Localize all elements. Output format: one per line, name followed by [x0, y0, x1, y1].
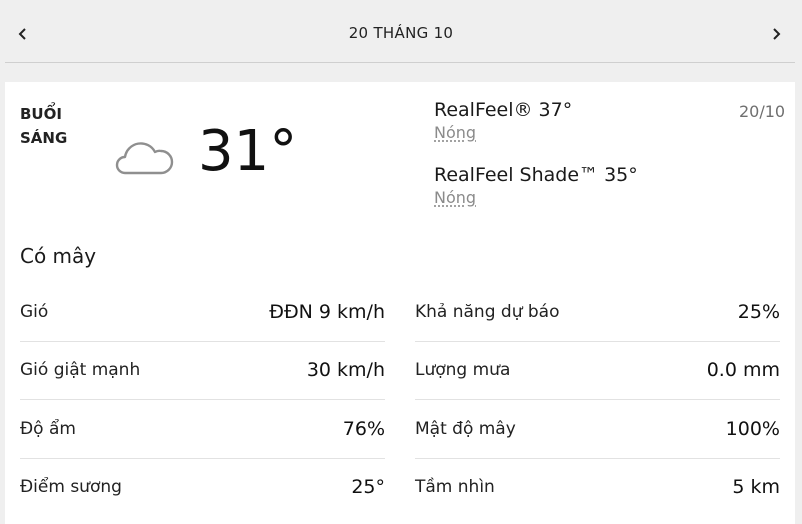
- detail-row-dew-point: Điểm sương 25°: [20, 459, 385, 517]
- detail-value: ĐĐN 9 km/h: [269, 300, 385, 323]
- detail-label: Gió giật mạnh: [20, 360, 141, 381]
- detail-value: 100%: [725, 417, 780, 440]
- detail-row-wind: Gió ĐĐN 9 km/h: [20, 283, 385, 342]
- detail-row-humidity: Độ ẩm 76%: [20, 400, 385, 459]
- realfeel-description[interactable]: Nóng: [434, 122, 572, 144]
- detail-value: 25%: [737, 300, 780, 323]
- details-right-column: Khả năng dự báo 25% Lượng mưa 0.0 mm Mật…: [415, 283, 780, 516]
- detail-row-precipitation: Lượng mưa 0.0 mm: [415, 342, 780, 400]
- cloud-icon: [115, 142, 174, 175]
- realfeel-shade-label: RealFeel Shade™ 35°: [434, 164, 638, 186]
- date-title: 20 THÁNG 10: [348, 24, 454, 42]
- chevron-right-icon: [773, 28, 781, 40]
- header-divider: [5, 62, 795, 63]
- detail-row-wind-gust: Gió giật mạnh 30 km/h: [20, 342, 385, 400]
- detail-row-cloud-cover: Mật độ mây 100%: [415, 400, 780, 459]
- temperature: 31°: [198, 119, 298, 184]
- detail-value: 25°: [351, 476, 385, 499]
- short-date: 20/10: [739, 102, 786, 121]
- forecast-card: BUỔI SÁNG 31° RealFeel® 37° Nóng RealFee…: [5, 82, 795, 524]
- detail-label: Lượng mưa: [415, 360, 511, 381]
- period-line-2: SÁNG: [20, 129, 68, 147]
- weather-condition: Có mây: [20, 244, 97, 268]
- detail-label: Gió: [20, 301, 49, 322]
- realfeel-shade-block: RealFeel Shade™ 35° Nóng: [434, 163, 638, 209]
- detail-label: Điểm sương: [20, 477, 122, 498]
- detail-value: 76%: [342, 417, 385, 440]
- detail-row-visibility: Tầm nhìn 5 km: [415, 459, 780, 517]
- period-label: BUỔI SÁNG: [20, 102, 67, 150]
- detail-value: 5 km: [732, 476, 780, 499]
- details-left-column: Gió ĐĐN 9 km/h Gió giật mạnh 30 km/h Độ …: [20, 283, 385, 516]
- detail-label: Khả năng dự báo: [415, 301, 560, 322]
- detail-value: 30 km/h: [306, 359, 385, 382]
- realfeel-shade-description[interactable]: Nóng: [434, 187, 638, 209]
- next-day-button[interactable]: [764, 22, 788, 46]
- detail-label: Độ ẩm: [20, 418, 76, 439]
- detail-label: Tầm nhìn: [415, 477, 495, 498]
- detail-value: 0.0 mm: [706, 359, 780, 382]
- realfeel-label: RealFeel® 37°: [434, 99, 573, 121]
- date-navigation-bar: 20 THÁNG 10: [0, 0, 802, 63]
- realfeel-block: RealFeel® 37° Nóng: [434, 98, 572, 144]
- detail-label: Mật độ mây: [415, 418, 516, 439]
- period-line-1: BUỔI: [20, 105, 62, 123]
- detail-row-precipitation-probability: Khả năng dự báo 25%: [415, 283, 780, 342]
